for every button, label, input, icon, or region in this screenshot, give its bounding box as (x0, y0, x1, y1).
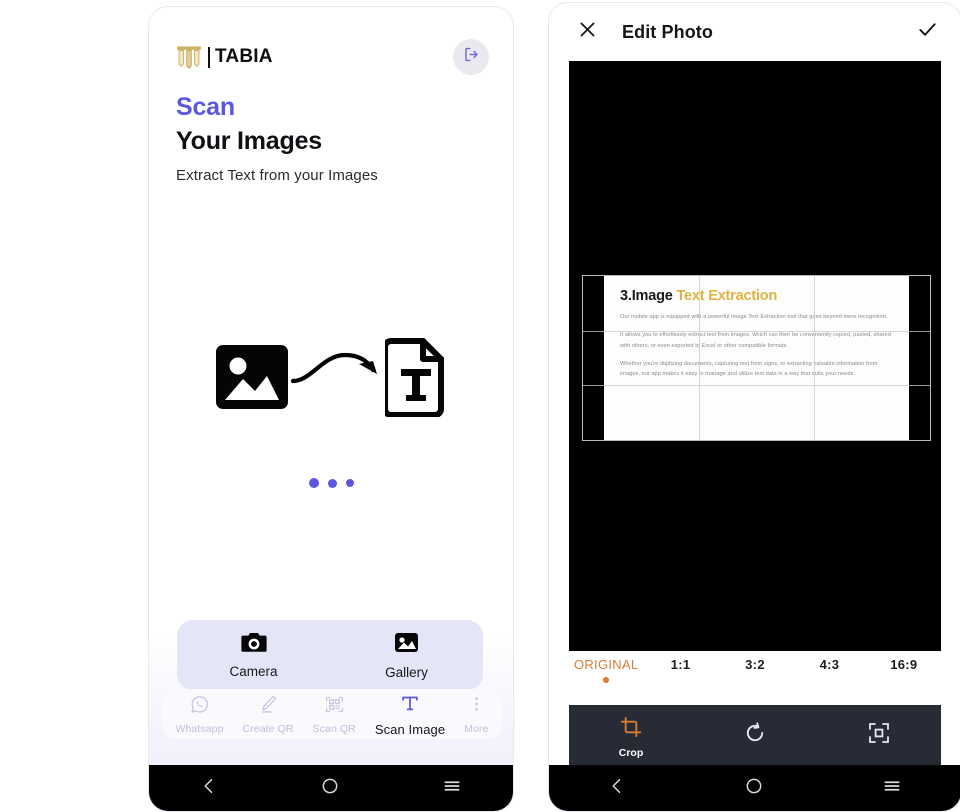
tab-label: Whatsapp (175, 722, 224, 735)
illustration-row (215, 337, 447, 422)
tab-scan-image[interactable]: Scan Image (375, 692, 445, 737)
ratio-option-3-2[interactable]: 3:2 (718, 657, 792, 683)
home-circle-icon[interactable] (320, 776, 340, 801)
screenshot-stage: TABIA Scan Your Images Extract Text from (0, 0, 960, 812)
camera-option[interactable]: Camera (177, 631, 330, 679)
gallery-image-icon (394, 631, 419, 659)
ratio-label: 16:9 (890, 657, 918, 672)
transform-scale-icon (867, 721, 891, 750)
loading-dot (327, 478, 337, 488)
more-vertical-icon (466, 694, 487, 720)
app-topbar: TABIA (149, 7, 513, 75)
photo-canvas[interactable]: 3.Image Text Extraction Our mobile app i… (569, 61, 941, 651)
aspect-ratio-selector: ORIGINAL 1:1 3:2 4:3 16:9 (569, 651, 941, 707)
ratio-label: 3:2 (745, 657, 765, 672)
ratio-option-original[interactable]: ORIGINAL (569, 657, 643, 683)
edit-photo-topbar: Edit Photo (549, 3, 960, 61)
crop-tool-label: Crop (618, 746, 644, 759)
brand-name: TABIA (215, 46, 273, 67)
ratio-label: 4:3 (819, 657, 840, 672)
recents-menu-icon[interactable] (441, 776, 463, 801)
curved-arrow-icon (289, 349, 385, 410)
crop-grid-line (698, 276, 700, 440)
ratio-label: 1:1 (670, 657, 691, 672)
page-subtitle: Extract Text from your Images (176, 167, 378, 184)
page-title-accent: Scan (176, 93, 235, 121)
loading-dot (308, 478, 319, 488)
ratio-option-16-9[interactable]: 16:9 (867, 657, 941, 683)
source-picker-card: Camera Gallery (177, 620, 483, 690)
scan-screen: TABIA Scan Your Images Extract Text from (149, 7, 513, 811)
image-icon (215, 340, 289, 419)
check-icon[interactable] (916, 18, 939, 46)
home-circle-icon[interactable] (744, 776, 764, 801)
tab-label: Create QR (242, 722, 294, 735)
whatsapp-icon (189, 694, 210, 720)
ratio-selected-dot (678, 677, 684, 683)
crop-grid-line (814, 276, 816, 440)
right-phone-frame: Edit Photo 3.Image Text Extraction Our m… (548, 2, 960, 812)
page-headings: Scan Your Images Extract Text from your … (149, 75, 513, 184)
back-chevron-icon[interactable] (607, 776, 627, 801)
pencil-icon (258, 694, 279, 720)
ratio-option-1-1[interactable]: 1:1 (643, 657, 717, 683)
screen-title: Edit Photo (622, 21, 713, 42)
ratio-selected-dot (901, 677, 907, 683)
recents-menu-icon[interactable] (881, 776, 903, 801)
text-t-icon (399, 692, 421, 719)
logout-button[interactable] (453, 39, 489, 75)
loading-dot (345, 479, 354, 487)
logout-icon (463, 46, 480, 68)
ratio-option-4-3[interactable]: 4:3 (792, 657, 866, 683)
ratio-selected-dot (826, 677, 832, 683)
camera-icon (240, 631, 267, 658)
left-phone-frame: TABIA Scan Your Images Extract Text from (148, 6, 514, 812)
tab-label: Scan QR (312, 722, 356, 735)
tab-whatsapp[interactable]: Whatsapp (175, 694, 223, 735)
text-document-icon (382, 337, 447, 422)
transform-tool-button[interactable] (817, 721, 941, 754)
loading-dots (308, 478, 354, 488)
close-x-icon[interactable] (577, 19, 598, 45)
tab-more[interactable]: More (464, 694, 488, 735)
scan-illustration (149, 337, 513, 488)
ratio-label: ORIGINAL (573, 657, 639, 672)
crop-grid-line (583, 330, 930, 332)
gallery-option-label: Gallery (385, 664, 428, 680)
tab-scan-qr[interactable]: Scan QR (313, 694, 356, 735)
rotate-tool-button[interactable] (693, 721, 817, 754)
tab-label: Scan Image (374, 721, 446, 737)
android-system-nav (149, 765, 513, 811)
edit-tools-bar: Crop (569, 705, 941, 769)
edit-photo-screen: Edit Photo 3.Image Text Extraction Our m… (549, 3, 960, 811)
tab-label: More (464, 722, 489, 735)
tab-create-qr[interactable]: Create QR (243, 694, 294, 735)
tabia-pillar-logo-icon (176, 45, 202, 69)
crop-frame[interactable] (582, 275, 931, 441)
gallery-option[interactable]: Gallery (330, 631, 483, 680)
bottom-tabbar: Whatsapp Create QR Scan QR Scan Image Mo… (162, 689, 502, 739)
crop-icon (620, 716, 642, 743)
camera-option-label: Camera (229, 664, 278, 679)
ratio-selected-dot (603, 677, 610, 683)
rotate-clockwise-icon (743, 721, 767, 750)
page-title: Your Images (176, 126, 322, 155)
crop-grid-line (583, 385, 930, 387)
brand-divider (208, 46, 210, 68)
brand-lockup: TABIA (176, 45, 273, 69)
android-system-nav (549, 765, 960, 811)
back-chevron-icon[interactable] (199, 776, 219, 801)
qr-scan-icon (324, 694, 345, 720)
ratio-selected-dot (752, 677, 758, 683)
crop-tool-button[interactable]: Crop (569, 716, 693, 759)
